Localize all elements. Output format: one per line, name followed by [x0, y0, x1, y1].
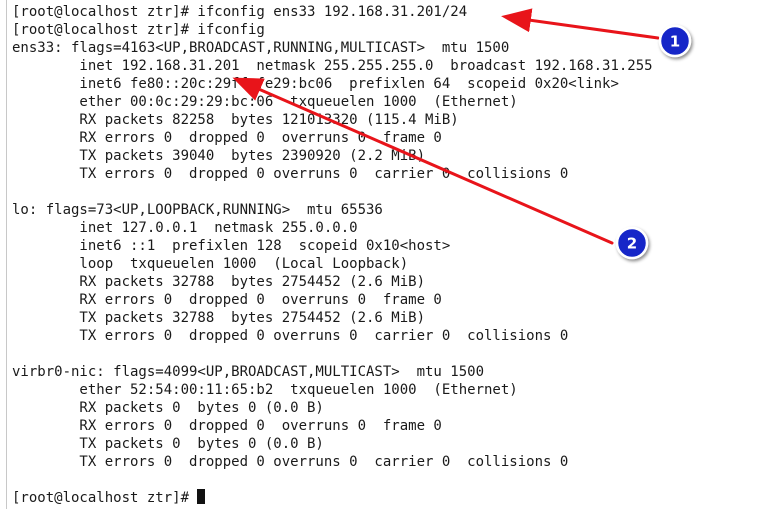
terminal-line-virbr0-tx-packets: TX packets 0 bytes 0 (0.0 B) — [12, 436, 324, 452]
badge-1: 1 — [658, 24, 692, 58]
terminal-prompt-line[interactable]: [root@localhost ztr]# — [12, 489, 653, 507]
terminal-line-ens33-rx-packets: RX packets 82258 bytes 121013320 (115.4 … — [12, 112, 459, 128]
terminal-output[interactable]: [root@localhost ztr]# ifconfig ens33 192… — [12, 3, 653, 507]
terminal-line-virbr0-ether: ether 52:54:00:11:65:b2 txqueuelen 1000 … — [12, 382, 518, 398]
screenshot: [root@localhost ztr]# ifconfig ens33 192… — [0, 0, 781, 509]
terminal-line-virbr0-rx-packets: RX packets 0 bytes 0 (0.0 B) — [12, 400, 324, 416]
terminal-line-virbr0-rx-errors: RX errors 0 dropped 0 overruns 0 frame 0 — [12, 418, 442, 434]
terminal-line-ens33-inet6: inet6 fe80::20c:29ff:fe29:bc06 prefixlen… — [12, 76, 619, 92]
terminal-line-lo-inet6: inet6 ::1 prefixlen 128 scopeid 0x10<hos… — [12, 238, 451, 254]
terminal-line-ens33-tx-packets: TX packets 39040 bytes 2390920 (2.2 MiB) — [12, 148, 426, 164]
terminal-line-virbr0-flags: virbr0-nic: flags=4099<UP,BROADCAST,MULT… — [12, 364, 485, 380]
terminal-line-ens33-ether: ether 00:0c:29:29:bc:06 txqueuelen 1000 … — [12, 94, 518, 110]
terminal-left-border — [6, 0, 7, 509]
terminal-line-lo-flags: lo: flags=73<UP,LOOPBACK,RUNNING> mtu 65… — [12, 202, 383, 218]
terminal-line-command-set-ip: [root@localhost ztr]# ifconfig ens33 192… — [12, 4, 468, 20]
terminal-line-lo-tx-packets: TX packets 32788 bytes 2754452 (2.6 MiB) — [12, 310, 426, 326]
terminal-line-ens33-rx-errors: RX errors 0 dropped 0 overruns 0 frame 0 — [12, 130, 442, 146]
terminal-line-lo-loop: loop txqueuelen 1000 (Local Loopback) — [12, 256, 409, 272]
terminal-line-ens33-flags: ens33: flags=4163<UP,BROADCAST,RUNNING,M… — [12, 40, 510, 56]
terminal-line-virbr0-tx-errors: TX errors 0 dropped 0 overruns 0 carrier… — [12, 454, 569, 470]
badge-1-label: 1 — [670, 33, 680, 51]
terminal-line-lo-rx-packets: RX packets 32788 bytes 2754452 (2.6 MiB) — [12, 274, 426, 290]
badge-1-circle-icon — [658, 24, 692, 58]
terminal-line-ens33-inet: inet 192.168.31.201 netmask 255.255.255.… — [12, 58, 653, 74]
terminal-line-lo-inet: inet 127.0.0.1 netmask 255.0.0.0 — [12, 220, 358, 236]
terminal-line-lo-tx-errors: TX errors 0 dropped 0 overruns 0 carrier… — [12, 328, 569, 344]
terminal-line-lo-rx-errors: RX errors 0 dropped 0 overruns 0 frame 0 — [12, 292, 442, 308]
text-cursor — [197, 489, 206, 504]
terminal-line-command-ifconfig: [root@localhost ztr]# ifconfig — [12, 22, 265, 38]
terminal-prompt: [root@localhost ztr]# — [12, 490, 198, 506]
terminal-line-ens33-tx-errors: TX errors 0 dropped 0 overruns 0 carrier… — [12, 166, 569, 182]
